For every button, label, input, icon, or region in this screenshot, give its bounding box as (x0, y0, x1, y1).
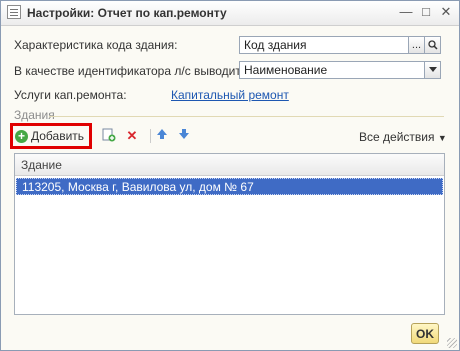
close-icon[interactable]: ✕ (438, 4, 454, 20)
building-code-field[interactable]: Код здания (239, 36, 409, 54)
add-button-label: Добавить (31, 129, 85, 143)
table-row[interactable]: 113205, Москва г, Вавилова ул, дом № 67 (16, 178, 443, 195)
chevron-down-icon: ▼ (437, 133, 447, 143)
arrow-up-icon[interactable] (154, 128, 170, 144)
section-divider (49, 116, 444, 117)
window-title: Настройки: Отчет по кап.ремонту (27, 6, 227, 20)
section-title: Здания (14, 108, 55, 122)
services-link[interactable]: Капитальный ремонт (171, 88, 289, 102)
identifier-select[interactable]: Наименование (239, 61, 425, 79)
buildings-table[interactable]: Здание 113205, Москва г, Вавилова ул, до… (14, 153, 445, 315)
copy-add-icon[interactable] (101, 128, 117, 144)
minimize-icon[interactable]: — (398, 4, 414, 20)
browse-button[interactable]: ... (409, 36, 425, 54)
title-bar: Настройки: Отчет по кап.ремонту — □ ✕ (1, 1, 459, 26)
search-icon[interactable] (425, 36, 441, 54)
add-button[interactable]: + Добавить (15, 127, 87, 145)
all-actions-label: Все действия (359, 130, 435, 144)
column-header-building[interactable]: Здание (15, 154, 444, 176)
identifier-label: В качестве идентификатора л/с выводить: (14, 64, 251, 78)
resize-grip[interactable] (447, 338, 457, 348)
toolbar-separator (150, 129, 151, 143)
building-code-label: Характеристика кода здания: (14, 38, 178, 52)
delete-icon[interactable]: ✕ (124, 128, 140, 144)
dropdown-icon[interactable] (425, 61, 441, 79)
arrow-down-icon[interactable] (176, 128, 192, 144)
add-icon: + (15, 129, 28, 143)
document-icon (7, 5, 21, 19)
maximize-icon[interactable]: □ (418, 4, 434, 20)
ok-button[interactable]: OK (411, 323, 439, 344)
settings-window: Настройки: Отчет по кап.ремонту — □ ✕ Ха… (0, 0, 460, 351)
all-actions-menu[interactable]: Все действия ▼ (359, 130, 447, 144)
services-label: Услуги кап.ремонта: (14, 88, 127, 102)
